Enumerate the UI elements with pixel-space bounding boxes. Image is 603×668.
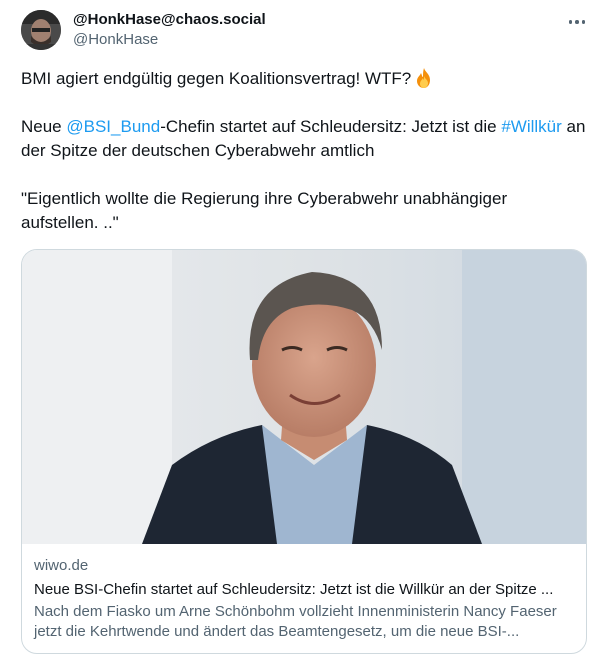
mention-link[interactable]: @BSI_Bund — [66, 117, 160, 136]
tweet[interactable]: @HonkHase@chaos.social @HonkHase BMI agi… — [0, 0, 603, 668]
card-body[interactable]: wiwo.de Neue BSI-Chefin startet auf Schl… — [34, 556, 574, 642]
tweet-line-2: Neue @BSI_Bund-Chefin startet auf Schleu… — [21, 115, 589, 163]
tweet-text: BMI agiert endgültig gegen Koalitionsver… — [21, 67, 589, 235]
more-dot — [581, 20, 586, 24]
author-handle[interactable]: @HonkHase — [73, 30, 158, 50]
tweet-line-2-middle: -Chefin startet auf Schleudersitz: Jetzt… — [160, 117, 502, 136]
link-card[interactable]: wiwo.de Neue BSI-Chefin startet auf Schl… — [21, 249, 587, 654]
fire-emoji — [417, 68, 431, 88]
tweet-line-2-prefix: Neue — [21, 117, 67, 136]
tweet-line-1: BMI agiert endgültig gegen Koalitionsver… — [21, 67, 589, 91]
author-name[interactable]: @HonkHase@chaos.social — [73, 10, 266, 30]
more-horizontal-icon — [568, 20, 573, 24]
card-domain[interactable]: wiwo.de — [34, 556, 574, 576]
more-options-button[interactable] — [566, 12, 588, 32]
card-image[interactable] — [22, 250, 586, 544]
more-dot — [575, 20, 579, 24]
card-description[interactable]: Nach dem Fiasko um Arne Schönbohm vollzi… — [34, 602, 574, 642]
tweet-quote: "Eigentlich wollte die Regierung ihre Cy… — [21, 189, 508, 232]
card-title[interactable]: Neue BSI-Chefin startet auf Schleudersit… — [34, 580, 574, 600]
hashtag-link[interactable]: #Willkür — [501, 117, 561, 136]
tweet-line-1-text: BMI agiert endgültig gegen Koalitionsver… — [21, 69, 412, 88]
avatar[interactable] — [21, 10, 61, 50]
